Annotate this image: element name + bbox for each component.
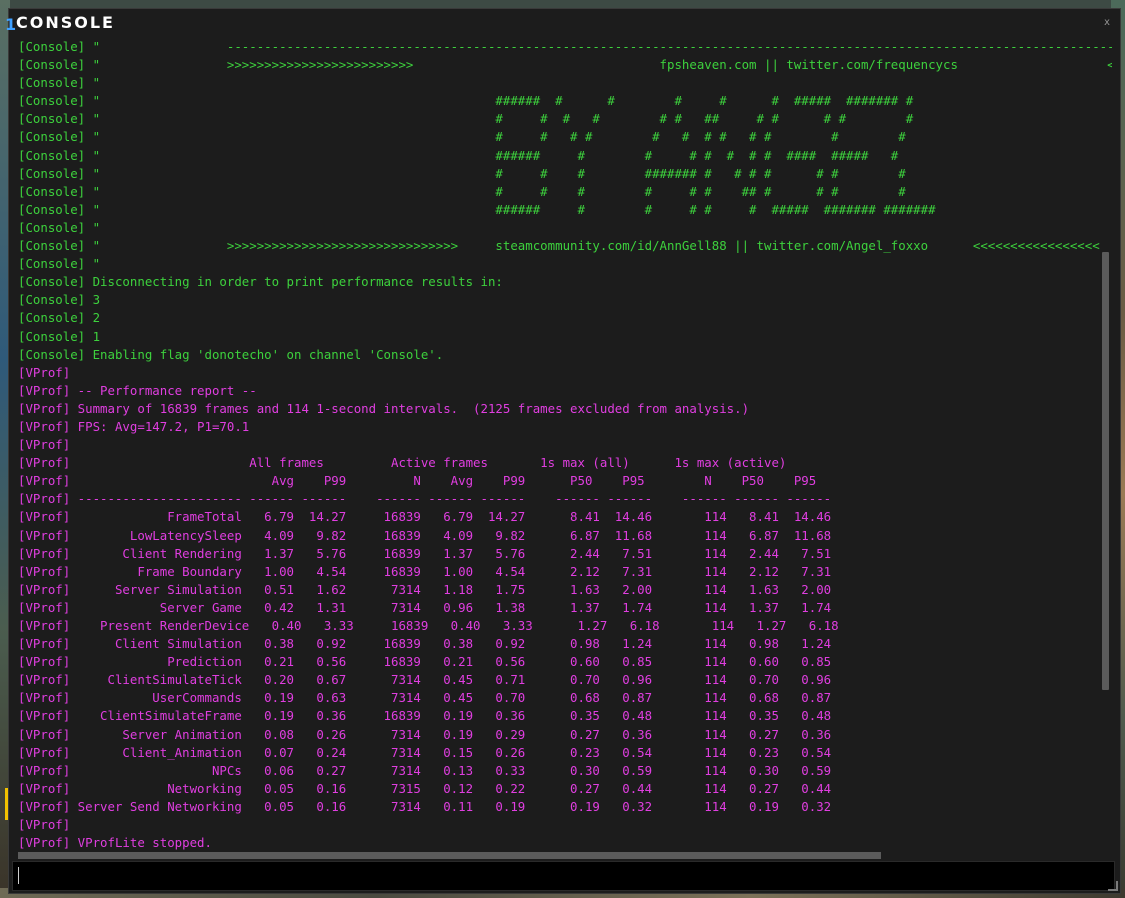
console-line: [Console] " (18, 256, 101, 272)
console-line: [VProf] Avg P99 N Avg P99 P50 P95 N P50 … (18, 473, 817, 489)
console-line: [Console] " ###### # # # # # ##### #####… (18, 201, 936, 217)
console-line: [VProf] All frames Active frames 1s max … (18, 455, 787, 471)
console-input-bar[interactable] (12, 861, 1115, 891)
console-line: [Console] " # # # # # # ## # # # # # (18, 111, 914, 127)
console-line: [VProf] UserCommands 0.19 0.63 7314 0.45… (18, 690, 832, 706)
console-line: [Console] Disconnecting in order to prin… (18, 274, 503, 290)
console-title: CONSOLE (16, 13, 115, 32)
console-line: [VProf] Summary of 16839 frames and 114 … (18, 400, 750, 416)
console-line: [VProf] Frame Boundary 1.00 4.54 16839 1… (18, 563, 832, 579)
console-line: [VProf] NPCs 0.06 0.27 7314 0.13 0.33 0.… (18, 762, 832, 778)
console-line: [VProf] -- Performance report -- (18, 382, 257, 398)
console-line: [Console] " # # # # # # # # # # # # (18, 129, 906, 145)
console-line: [VProf] Present RenderDevice 0.40 3.33 1… (18, 618, 839, 633)
close-button[interactable]: x (1104, 17, 1110, 28)
console-line: [Console] 1 (18, 328, 101, 344)
console-line: [VProf] FrameTotal 6.79 14.27 16839 6.79… (18, 509, 832, 525)
console-input[interactable] (21, 866, 1105, 888)
console-line: [Console] 3 (18, 292, 101, 308)
horizontal-scrollbar-thumb[interactable] (18, 852, 881, 859)
console-line: [VProf] Server Animation 0.08 0.26 7314 … (18, 726, 832, 742)
console-line: [VProf] Server Simulation 0.51 1.62 7314… (18, 581, 832, 597)
console-line: [Console] " >>>>>>>>>>>>>>>>>>>>>>>>> fp… (18, 57, 1112, 73)
console-line: [VProf] Server Game 0.42 1.31 7314 0.96 … (18, 599, 832, 615)
console-line: [VProf] LowLatencySleep 4.09 9.82 16839 … (18, 527, 832, 543)
console-line: [VProf] ClientSimulateTick 0.20 0.67 731… (18, 672, 832, 688)
console-line: [VProf] ClientSimulateFrame 0.19 0.36 16… (18, 708, 832, 724)
console-line: [VProf] Client_Animation 0.07 0.24 7314 … (18, 744, 832, 760)
console-line: [Console] " (18, 219, 101, 235)
console-line: [VProf] Client Rendering 1.37 5.76 16839… (18, 545, 832, 561)
console-line: [Console] 2 (18, 310, 101, 326)
console-line: [VProf] (18, 437, 71, 453)
console-line: [Console] " ----------------------------… (18, 39, 1112, 54)
console-line: [VProf] Prediction 0.21 0.56 16839 0.21 … (18, 654, 832, 670)
console-line: [VProf] Server Send Networking 0.05 0.16… (18, 798, 832, 814)
console-line: [Console] " # # # # # # ## # # # # (18, 183, 906, 199)
console-line: [VProf] ---------------------- ------ --… (18, 491, 832, 507)
vertical-scrollbar-thumb[interactable] (1102, 252, 1109, 690)
console-line: [Console] " # # # ####### # # # # # # # (18, 165, 906, 181)
console-line: [Console] Enabling flag 'donotecho' on c… (18, 346, 444, 362)
console-titlebar[interactable]: 1 CONSOLE x (5, 9, 1120, 37)
console-line: [Console] " ###### # # # # # # # #### ##… (18, 147, 899, 163)
console-line: [VProf] FPS: Avg=147.2, P1=70.1 (18, 418, 250, 434)
console-line: [VProf] (18, 817, 71, 833)
vertical-scrollbar[interactable] (1101, 49, 1111, 855)
console-line: [Console] " (18, 75, 101, 91)
console-line: [VProf] Client Simulation 0.38 0.92 1683… (18, 636, 832, 652)
console-line: [VProf] (18, 364, 71, 380)
horizontal-scrollbar[interactable] (18, 852, 1108, 860)
title-accent: 1 (5, 15, 17, 34)
console-line: [VProf] Networking 0.05 0.16 7315 0.12 0… (18, 780, 832, 796)
console-line: [VProf] VProfLite stopped. (18, 835, 212, 851)
console-line: [Console] " >>>>>>>>>>>>>>>>>>>>>>>>>>>>… (18, 238, 1100, 254)
console-line: [Console] " ###### # # # # # ##### #####… (18, 93, 914, 109)
console-window: 1 CONSOLE x [Console] " ----------------… (5, 8, 1121, 894)
text-caret (18, 867, 19, 884)
console-output: [Console] " ----------------------------… (18, 38, 1112, 856)
resize-grip-icon[interactable] (1108, 881, 1118, 891)
